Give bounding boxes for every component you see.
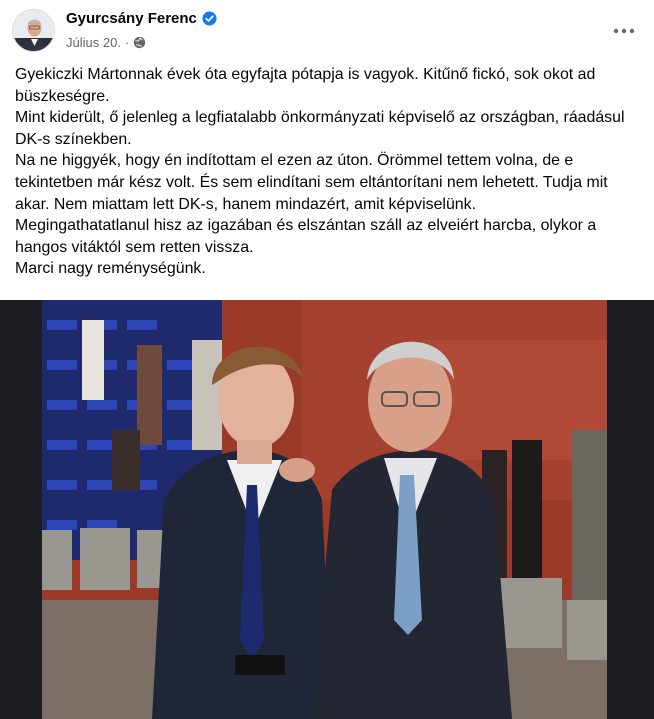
author-name-row: Gyurcsány Ferenc <box>66 10 217 27</box>
post-header: Gyurcsány Ferenc Július 20. · <box>0 0 654 60</box>
photo-backdrop-right <box>607 300 654 719</box>
photo-backdrop-left <box>0 300 42 719</box>
globe-icon <box>133 36 146 49</box>
post-photo[interactable] <box>42 300 607 719</box>
post-paragraph: Megingathatatlanul hisz az igazában és e… <box>15 217 597 256</box>
more-options-icon <box>613 21 635 39</box>
post-date[interactable]: Július 20. <box>66 35 121 50</box>
post-paragraph: Gyekiczki Mártonnak évek óta egyfajta pó… <box>15 66 596 105</box>
post-paragraph: Mint kiderült, ő jelenleg a legfiatalabb… <box>15 109 625 148</box>
post-paragraph: Marci nagy reménységünk. <box>15 260 206 278</box>
more-options-button[interactable] <box>606 14 642 46</box>
post-meta: Július 20. · <box>66 35 146 50</box>
meta-separator: · <box>124 35 130 50</box>
post-paragraph: Na ne higgyék, hogy én indítottam el eze… <box>15 152 608 213</box>
post-text: Gyekiczki Mártonnak évek óta egyfajta pó… <box>15 64 645 280</box>
verified-badge-icon <box>202 11 217 26</box>
author-avatar[interactable] <box>12 9 55 52</box>
author-name[interactable]: Gyurcsány Ferenc <box>66 10 197 27</box>
